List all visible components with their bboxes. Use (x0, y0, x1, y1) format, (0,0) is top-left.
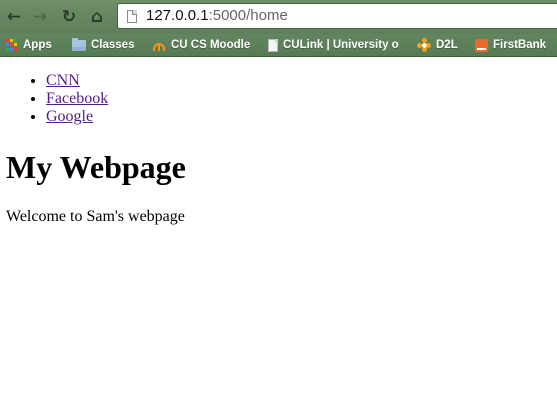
list-item: CNN (46, 72, 108, 90)
welcome-text: Welcome to Sam's webpage (6, 208, 185, 225)
bookmark-cu-cs-moodle[interactable]: CU CS Moodle (152, 37, 250, 53)
folder-icon (72, 37, 86, 51)
bookmark-label: FirstBank (493, 39, 547, 51)
d2l-icon (417, 38, 431, 52)
bookmark-label: Classes (91, 39, 135, 51)
link-list: CNN Facebook Google (46, 72, 108, 126)
reload-icon[interactable]: ↻ (57, 5, 81, 29)
bookmark-d2l[interactable]: D2L (417, 37, 458, 53)
page-content: CNN Facebook Google My Webpage Welcome t… (0, 57, 557, 415)
bookmark-label: CU CS Moodle (171, 39, 251, 51)
list-item: Facebook (46, 90, 108, 108)
apps-grid-icon (6, 39, 18, 51)
bookmark-classes[interactable]: Classes (72, 37, 134, 53)
address-bar[interactable]: 127.0.0.1:5000/home (117, 3, 557, 29)
list-item: Google (46, 108, 108, 126)
cnn-link[interactable]: CNN (46, 72, 80, 89)
url-host: 127.0.0.1 (146, 7, 209, 24)
bookmark-culink[interactable]: CULink | University o (268, 37, 405, 53)
bookmark-label: Apps (23, 39, 52, 51)
back-arrow-icon[interactable]: ← (2, 5, 26, 29)
home-icon[interactable]: ⌂ (85, 5, 109, 29)
url-path: :5000/home (208, 7, 288, 24)
bookmark-firstbank[interactable]: FirstBank (475, 37, 546, 53)
page-icon (127, 10, 137, 23)
bookmark-label: CULink | University o (283, 39, 399, 51)
bookmarks-bar: Apps Classes CU CS Moodle CULink | Unive… (0, 34, 557, 57)
url-text[interactable]: 127.0.0.1:5000/home (146, 7, 288, 25)
google-link[interactable]: Google (46, 108, 93, 125)
bookmark-label: D2L (436, 39, 458, 51)
facebook-link[interactable]: Facebook (46, 90, 108, 107)
moodle-icon (152, 39, 166, 51)
page-title: My Webpage (6, 149, 186, 185)
bookmark-apps[interactable]: Apps (6, 37, 52, 53)
browser-toolbar: ← → ↻ ⌂ 127.0.0.1:5000/home (0, 0, 557, 34)
forward-arrow-icon[interactable]: → (28, 5, 52, 29)
firstbank-icon (475, 38, 488, 52)
page-icon (268, 38, 278, 52)
